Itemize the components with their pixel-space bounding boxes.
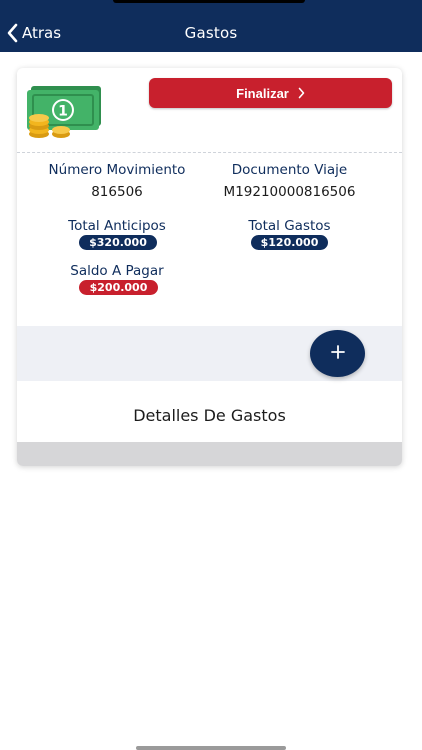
total-anticipos-badge: $320.000 xyxy=(79,235,157,250)
expense-details-heading: Detalles De Gastos xyxy=(133,406,286,425)
expense-summary-card: 1 Finalizar Número Movimiento 816506 Doc… xyxy=(17,68,402,466)
documento-viaje-label: Documento Viaje xyxy=(231,162,348,178)
dashed-divider xyxy=(17,152,402,153)
money-bill-coins-icon: 1 xyxy=(25,82,103,144)
total-anticipos-label: Total Anticipos xyxy=(68,218,166,234)
top-nav-bar: Atras Gastos xyxy=(0,0,422,52)
saldo-a-pagar-badge: $200.000 xyxy=(79,280,158,295)
total-gastos-badge: $120.000 xyxy=(251,235,328,250)
page-title: Gastos xyxy=(184,24,238,42)
finalizar-label: Finalizar xyxy=(236,85,289,101)
svg-text:1: 1 xyxy=(58,104,68,120)
finalizar-button[interactable]: Finalizar xyxy=(149,78,392,108)
home-indicator xyxy=(136,746,286,750)
chevron-right-icon xyxy=(298,87,305,99)
details-list-area xyxy=(17,442,402,466)
numero-movimiento-value: 816506 xyxy=(91,184,143,200)
documento-viaje-value: M19210000816506 xyxy=(223,184,356,200)
add-expense-button[interactable] xyxy=(310,330,365,377)
plus-icon xyxy=(330,344,346,363)
total-gastos-label: Total Gastos xyxy=(248,218,331,234)
numero-movimiento-label: Número Movimiento xyxy=(48,162,186,178)
device-notch xyxy=(113,0,305,3)
saldo-a-pagar-label: Saldo A Pagar xyxy=(70,263,164,279)
